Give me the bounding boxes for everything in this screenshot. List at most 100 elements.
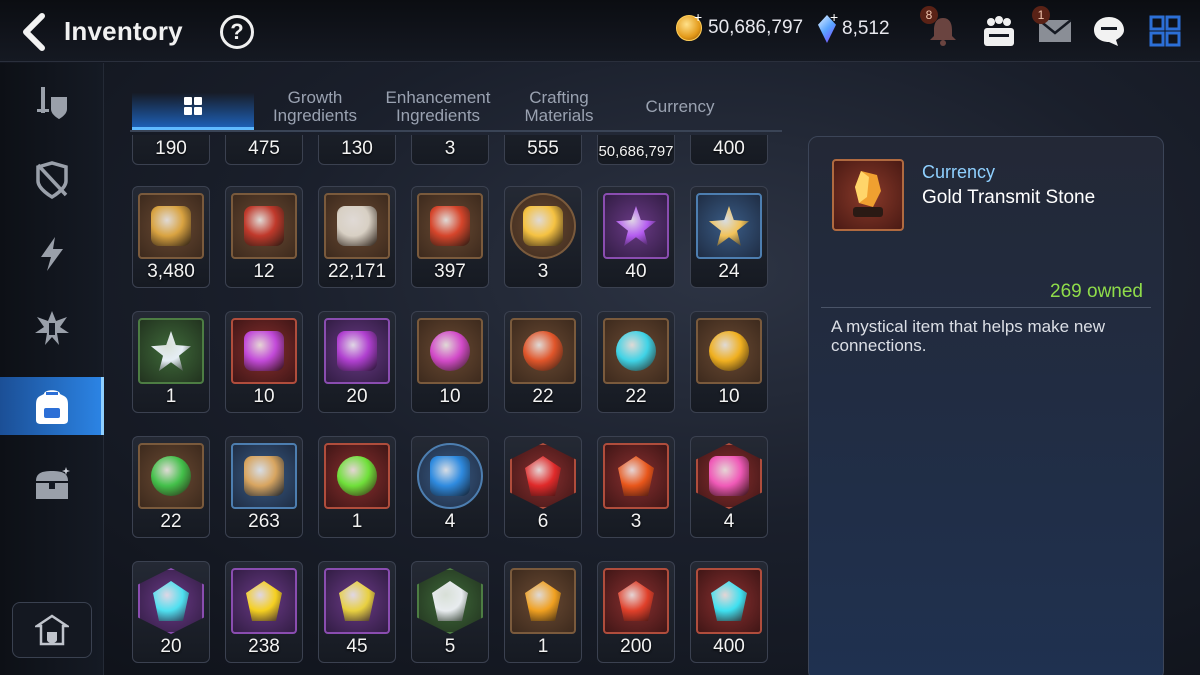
sidebar-item-heroes[interactable]: [0, 299, 104, 357]
item-quantity: 1: [351, 511, 363, 532]
sidebar-item-artifacts[interactable]: [0, 151, 104, 209]
item-frame: [510, 193, 576, 259]
gold-currency[interactable]: + 50,686,797: [676, 9, 803, 41]
item-frame: [510, 568, 576, 634]
inventory-item[interactable]: 10: [225, 311, 303, 413]
inventory-item[interactable]: 5: [411, 561, 489, 663]
back-button[interactable]: [16, 12, 54, 52]
mail-button[interactable]: 1: [1032, 6, 1074, 50]
inventory-item[interactable]: 3,480: [132, 186, 210, 288]
inventory-item[interactable]: 3: [597, 436, 675, 538]
artifact-shield-icon: [36, 161, 68, 199]
inventory-item[interactable]: 1: [318, 436, 396, 538]
sanctuary-button[interactable]: [12, 602, 92, 658]
gold-coin-icon: +: [676, 9, 702, 41]
item-quantity: 3: [444, 138, 456, 159]
sidebar-item-inventory[interactable]: [0, 377, 104, 435]
gold-plus: +: [694, 9, 703, 25]
inventory-item[interactable]: 1: [504, 561, 582, 663]
tab-currency[interactable]: Currency: [622, 84, 738, 130]
inventory-item[interactable]: 3: [504, 186, 582, 288]
top-bar: Inventory ? + 50,686,797 + 8,512 8 1: [0, 0, 1200, 62]
tab-growth-ingredients[interactable]: Growth Ingredients: [262, 84, 368, 130]
tab-all[interactable]: [132, 84, 254, 130]
item-frame: [231, 318, 297, 384]
inventory-item[interactable]: 22,171: [318, 186, 396, 288]
inventory-item[interactable]: 475: [225, 135, 303, 165]
white-flower-icon: [151, 331, 191, 371]
inventory-item[interactable]: 3: [411, 135, 489, 165]
page-title: Inventory: [64, 16, 183, 46]
inventory-item[interactable]: 22: [597, 311, 675, 413]
root-herb-icon: [244, 456, 284, 496]
sidebar-item-chests[interactable]: [0, 455, 104, 513]
fist-emblem-icon: [151, 206, 191, 246]
inventory-item[interactable]: 22: [132, 436, 210, 538]
item-quantity: 1: [537, 636, 549, 657]
mail-badge: 1: [1032, 6, 1050, 24]
inventory-item[interactable]: 20: [132, 561, 210, 663]
detail-description: A mystical item that helps make new conn…: [831, 317, 1106, 355]
item-quantity: 22,171: [327, 261, 387, 282]
item-frame: [324, 568, 390, 634]
inventory-item[interactable]: 10: [411, 311, 489, 413]
inventory-item[interactable]: 400: [690, 135, 768, 165]
item-quantity: 22: [532, 386, 554, 407]
item-quantity: 1: [165, 386, 177, 407]
item-quantity: 400: [713, 636, 745, 657]
party-button[interactable]: [980, 12, 1018, 50]
item-frame: [603, 318, 669, 384]
inventory-item[interactable]: 4: [690, 436, 768, 538]
inventory-item[interactable]: 238: [225, 561, 303, 663]
inventory-item[interactable]: 400: [690, 561, 768, 663]
inventory-item[interactable]: 200: [597, 561, 675, 663]
item-grid: 190 475 130 3 555 50,686,797 400 3,480 12 22,171…: [130, 135, 780, 675]
party-icon: [984, 16, 1014, 46]
equipment-icon: [37, 87, 67, 119]
item-quantity: 6: [537, 511, 549, 532]
inventory-item[interactable]: 4: [411, 436, 489, 538]
sidebar-item-equipment[interactable]: [0, 75, 104, 133]
inventory-item[interactable]: 130: [318, 135, 396, 165]
inventory-item[interactable]: 6: [504, 436, 582, 538]
inventory-item[interactable]: 555: [504, 135, 582, 165]
inventory-item[interactable]: 190: [132, 135, 210, 165]
tab-crafting-materials[interactable]: Crafting Materials: [508, 84, 610, 130]
notifications-button[interactable]: 8: [920, 6, 962, 50]
item-frame: [417, 318, 483, 384]
help-button[interactable]: ?: [220, 15, 254, 49]
crystal-currency[interactable]: + 8,512: [818, 9, 890, 43]
purple-flower-icon: [616, 206, 656, 246]
inventory-item[interactable]: 40: [597, 186, 675, 288]
inventory-item[interactable]: 50,686,797: [597, 135, 675, 165]
cyan-shard-icon: [711, 581, 747, 621]
chest-icon: [36, 467, 70, 499]
chat-button[interactable]: [1090, 12, 1128, 50]
tab-enhancement-ingredients[interactable]: Enhancement Ingredients: [378, 84, 498, 130]
dark-crystal-icon: [618, 581, 654, 621]
red-gem-icon: [525, 456, 561, 496]
inventory-item[interactable]: 12: [225, 186, 303, 288]
inventory-item[interactable]: 45: [318, 561, 396, 663]
inventory-item[interactable]: 10: [690, 311, 768, 413]
inventory-item[interactable]: 22: [504, 311, 582, 413]
item-quantity: 3,480: [147, 261, 195, 282]
inventory-item[interactable]: 397: [411, 186, 489, 288]
inventory-item[interactable]: 20: [318, 311, 396, 413]
notifications-badge: 8: [920, 6, 938, 24]
sidebar-item-catalysts[interactable]: [0, 225, 104, 283]
inventory-item[interactable]: 1: [132, 311, 210, 413]
item-frame: [138, 193, 204, 259]
inventory-item[interactable]: 24: [690, 186, 768, 288]
item-frame: [510, 443, 576, 509]
detail-item-name: Gold Transmit Stone: [922, 187, 1096, 208]
item-quantity: 4: [444, 511, 456, 532]
item-frame: [417, 443, 483, 509]
inventory-item[interactable]: 263: [225, 436, 303, 538]
white-star-stone-icon: [432, 581, 468, 621]
green-oval-icon: [151, 456, 191, 496]
gold-rune-stone-icon: [246, 581, 282, 621]
main-menu-button[interactable]: [1146, 12, 1184, 50]
item-quantity: 22: [625, 386, 647, 407]
purple-triangle-icon: [337, 331, 377, 371]
